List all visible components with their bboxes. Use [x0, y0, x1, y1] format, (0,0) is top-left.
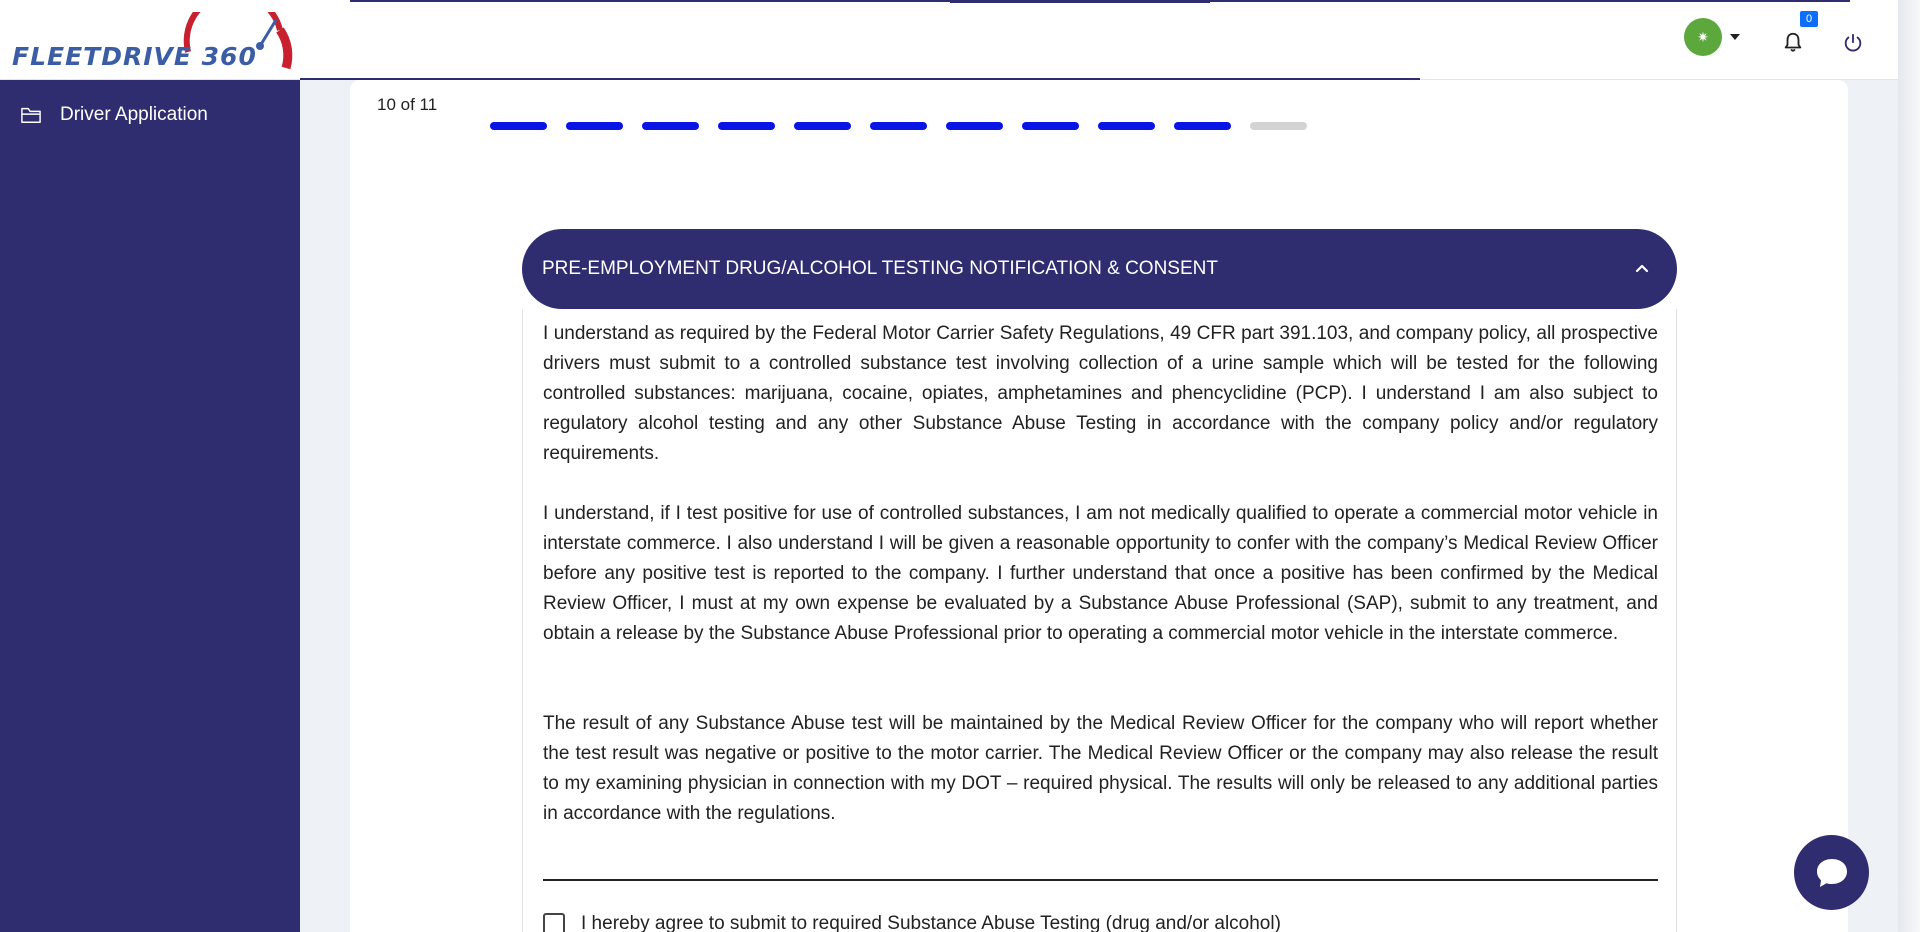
divider	[543, 879, 1658, 881]
progress-step-complete	[566, 122, 623, 130]
consent-paragraph: The result of any Substance Abuse test w…	[543, 713, 1658, 824]
progress-step-complete	[794, 122, 851, 130]
bell-icon[interactable]	[1782, 30, 1804, 54]
top-header: FLEETDRIVE 360 ✷ 0	[0, 0, 1898, 80]
top-strip-mark	[950, 0, 1210, 3]
progress-step-complete	[1174, 122, 1231, 130]
section-body: I understand as required by the Federal …	[522, 309, 1677, 932]
logo-text: FLEETDRIVE 360	[12, 42, 257, 71]
consent-paragraph: I understand as required by the Federal …	[543, 323, 1658, 464]
progress-steps	[490, 122, 1307, 130]
logo[interactable]: FLEETDRIVE 360	[10, 12, 300, 72]
chevron-up-icon[interactable]	[1633, 259, 1651, 277]
progress-step-complete	[490, 122, 547, 130]
section-title: PRE-EMPLOYMENT DRUG/ALCOHOL TESTING NOTI…	[542, 258, 1218, 279]
agree-checkbox[interactable]	[543, 913, 565, 932]
progress-step-complete	[1022, 122, 1079, 130]
avatar[interactable]: ✷	[1684, 18, 1722, 56]
agree-label: I hereby agree to submit to required Sub…	[581, 913, 1281, 932]
sidebar-item-driver-application[interactable]: Driver Application	[20, 104, 208, 126]
agree-checkbox-row[interactable]: I hereby agree to submit to required Sub…	[543, 913, 1281, 932]
scrollbar-gutter	[1898, 0, 1920, 932]
chevron-down-icon[interactable]	[1730, 34, 1740, 40]
section-header[interactable]: PRE-EMPLOYMENT DRUG/ALCOHOL TESTING NOTI…	[522, 229, 1677, 309]
consent-paragraph: I understand, if I test positive for use…	[543, 503, 1658, 644]
progress-step-complete	[1098, 122, 1155, 130]
folder-icon	[21, 107, 41, 124]
sidebar: Driver Application	[0, 80, 300, 932]
progress-step-complete	[718, 122, 775, 130]
chat-icon	[1816, 858, 1847, 887]
chat-button[interactable]	[1794, 835, 1869, 910]
progress-step-complete	[946, 122, 1003, 130]
notification-badge: 0	[1800, 11, 1818, 27]
power-icon[interactable]	[1842, 32, 1864, 54]
sidebar-item-label: Driver Application	[60, 104, 208, 125]
progress-step-pending	[1250, 122, 1307, 130]
progress-step-complete	[642, 122, 699, 130]
step-counter: 10 of 11	[377, 95, 438, 114]
progress-step-complete	[870, 122, 927, 130]
